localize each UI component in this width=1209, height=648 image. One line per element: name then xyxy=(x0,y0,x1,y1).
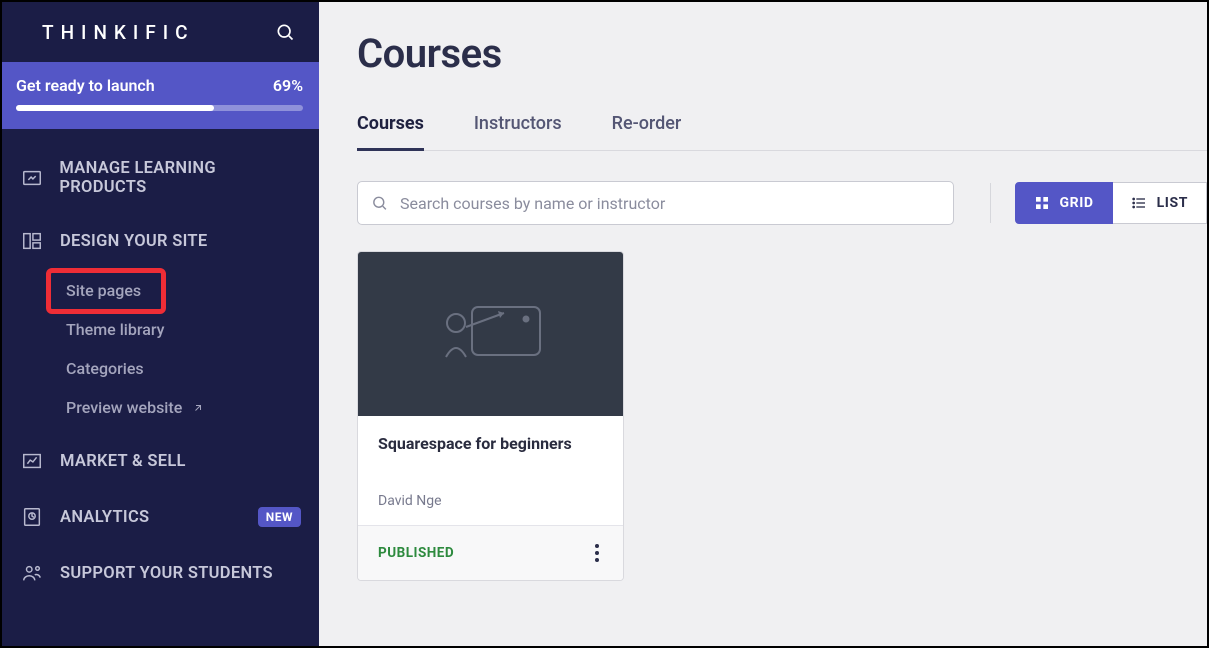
status-badge: PUBLISHED xyxy=(378,545,454,561)
course-thumbnail xyxy=(358,252,623,416)
design-subnav: Site pages Theme library Categories Prev… xyxy=(2,269,319,433)
nav-support-students[interactable]: SUPPORT YOUR STUDENTS xyxy=(2,545,319,601)
card-body: Squarespace for beginners David Nge xyxy=(358,416,623,525)
analytics-icon xyxy=(20,505,44,529)
nav-manage-learning-products[interactable]: MANAGE LEARNING PRODUCTS xyxy=(2,143,319,213)
brand-logo: THINKIFIC xyxy=(42,21,195,44)
nav-label: MARKET & SELL xyxy=(60,452,186,471)
progress-percent: 69% xyxy=(273,76,303,95)
course-cards: Squarespace for beginners David Nge PUBL… xyxy=(357,251,1207,581)
course-title: Squarespace for beginners xyxy=(378,434,603,453)
divider xyxy=(990,183,991,223)
list-icon xyxy=(1131,195,1147,211)
subnav-label: Categories xyxy=(66,359,144,378)
view-toggle: GRID LIST xyxy=(1015,182,1207,224)
subnav-categories[interactable]: Categories xyxy=(2,349,319,388)
list-view-button[interactable]: LIST xyxy=(1113,182,1207,224)
course-author: David Nge xyxy=(378,493,603,509)
nav-label: DESIGN YOUR SITE xyxy=(60,232,207,251)
progress-fill xyxy=(16,105,214,111)
tabs: Courses Instructors Re-order xyxy=(357,105,1207,151)
main-content: Courses Courses Instructors Re-order GRI… xyxy=(319,2,1207,646)
toolbar: GRID LIST xyxy=(357,181,1207,225)
layout-icon xyxy=(20,229,44,253)
tab-instructors[interactable]: Instructors xyxy=(474,105,562,150)
nav-market-sell[interactable]: MARKET & SELL xyxy=(2,433,319,489)
subnav-label: Preview website xyxy=(66,398,182,417)
app-root: THINKIFIC Get ready to launch 69% MANAGE… xyxy=(0,0,1209,648)
subnav-preview-website[interactable]: Preview website xyxy=(2,388,319,427)
subnav-theme-library[interactable]: Theme library xyxy=(2,310,319,349)
search-icon xyxy=(371,195,388,212)
progress-banner[interactable]: Get ready to launch 69% xyxy=(2,62,319,129)
nav-analytics[interactable]: ANALYTICS NEW xyxy=(2,489,319,545)
list-label: LIST xyxy=(1157,195,1188,211)
external-link-icon xyxy=(192,402,204,414)
grid-label: GRID xyxy=(1060,195,1094,211)
grid-icon xyxy=(1034,195,1050,211)
nav-label: SUPPORT YOUR STUDENTS xyxy=(60,564,273,583)
new-badge: NEW xyxy=(258,507,301,527)
tab-reorder[interactable]: Re-order xyxy=(612,105,682,150)
nav-design-your-site[interactable]: DESIGN YOUR SITE xyxy=(2,213,319,269)
course-card[interactable]: Squarespace for beginners David Nge PUBL… xyxy=(357,251,624,581)
progress-top: Get ready to launch 69% xyxy=(16,76,303,95)
tab-courses[interactable]: Courses xyxy=(357,105,424,151)
nav: MANAGE LEARNING PRODUCTS DESIGN YOUR SIT… xyxy=(2,129,319,601)
card-footer: PUBLISHED xyxy=(358,525,623,580)
grid-view-button[interactable]: GRID xyxy=(1015,182,1113,224)
page-title: Courses xyxy=(357,30,1207,77)
subnav-label: Site pages xyxy=(66,281,141,300)
nav-label: MANAGE LEARNING PRODUCTS xyxy=(59,159,301,197)
pencil-square-icon xyxy=(20,166,43,190)
subnav-site-pages[interactable]: Site pages xyxy=(2,271,319,310)
kebab-menu-icon[interactable] xyxy=(591,540,603,566)
search-wrap xyxy=(357,181,954,225)
search-icon[interactable] xyxy=(273,20,297,44)
subnav-label: Theme library xyxy=(66,320,164,339)
search-input[interactable] xyxy=(357,181,954,225)
brand-bar: THINKIFIC xyxy=(2,2,319,62)
people-icon xyxy=(20,561,44,585)
progress-bar xyxy=(16,105,303,111)
chart-icon xyxy=(20,449,44,473)
progress-label: Get ready to launch xyxy=(16,76,155,95)
sidebar: THINKIFIC Get ready to launch 69% MANAGE… xyxy=(2,2,319,646)
nav-label: ANALYTICS xyxy=(60,508,149,527)
